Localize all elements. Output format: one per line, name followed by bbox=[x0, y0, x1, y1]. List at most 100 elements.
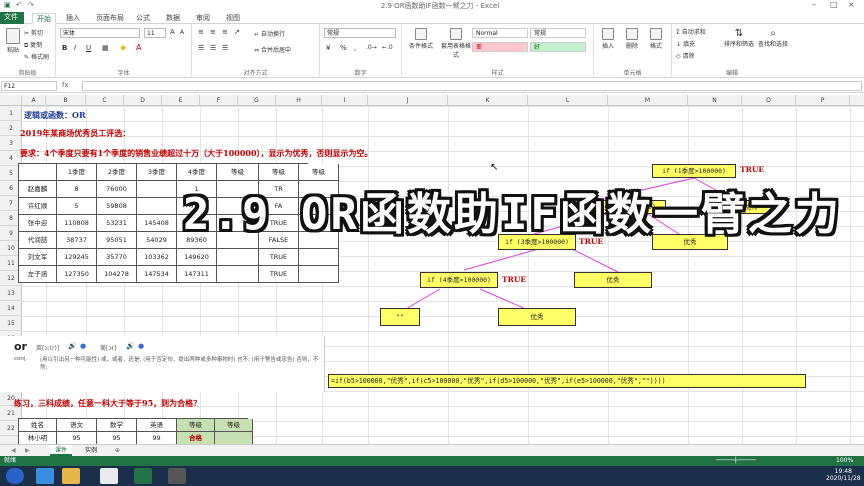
clock[interactable]: 19:48 2020/11/28 bbox=[826, 468, 861, 482]
mic-icon-us[interactable]: ● bbox=[138, 342, 144, 350]
find-select-button[interactable]: ⌕ 查找和选择 bbox=[758, 28, 788, 48]
delete-cells-button[interactable]: 删除 bbox=[622, 28, 642, 50]
speaker-icon-us[interactable]: 🔊 bbox=[126, 342, 135, 350]
sort-filter-button[interactable]: ⇅ 排序和筛选 bbox=[724, 28, 754, 48]
align-left-icon[interactable]: ☰ bbox=[198, 44, 204, 52]
style-normal[interactable]: Normal bbox=[472, 28, 528, 38]
style-general[interactable]: 常规 bbox=[530, 28, 586, 38]
column-header-h[interactable]: H bbox=[276, 95, 322, 106]
underline-button[interactable]: U bbox=[86, 44, 91, 52]
fill-color-icon[interactable]: ◈ bbox=[120, 43, 126, 52]
border-icon[interactable]: ▦ bbox=[102, 44, 109, 52]
tab-review[interactable]: 审阅 bbox=[192, 13, 214, 24]
align-right-icon[interactable]: ☰ bbox=[222, 44, 228, 52]
start-icon[interactable] bbox=[6, 468, 24, 484]
autosum-button[interactable]: Σ 自动求和 bbox=[676, 27, 706, 36]
sheet-tab-courseware[interactable]: 课件 bbox=[50, 445, 73, 456]
minimize-icon[interactable]: – bbox=[812, 0, 816, 9]
align-center-icon[interactable]: ☰ bbox=[210, 44, 216, 52]
copy-button[interactable]: ⧉ 复制 bbox=[24, 40, 42, 50]
font-color-icon[interactable]: A bbox=[136, 43, 141, 52]
increase-decimal-icon[interactable]: .0→ bbox=[366, 44, 377, 51]
exercise-header-cell[interactable]: 等级 bbox=[215, 419, 253, 432]
tab-page-layout[interactable]: 页面布局 bbox=[92, 13, 128, 24]
column-header-m[interactable]: M bbox=[608, 95, 688, 106]
row-header-13[interactable]: 13 bbox=[0, 286, 22, 301]
conditional-format-button[interactable]: 条件格式 bbox=[406, 28, 436, 50]
font-name-select[interactable]: 宋体 bbox=[60, 28, 140, 38]
add-sheet-icon[interactable]: ⊕ bbox=[110, 445, 125, 456]
maximize-icon[interactable]: □ bbox=[830, 0, 838, 9]
speaker-icon-uk[interactable]: 🔊 bbox=[68, 342, 77, 350]
currency-icon[interactable]: ¥ bbox=[326, 44, 330, 52]
column-header-b[interactable]: B bbox=[46, 95, 86, 106]
tab-file[interactable]: 文件 bbox=[0, 12, 24, 24]
number-format-select[interactable]: 常规 bbox=[324, 28, 396, 38]
format-as-table-button[interactable]: 套用表格格式 bbox=[440, 28, 472, 59]
cut-button[interactable]: ✂ 剪切 bbox=[24, 28, 43, 37]
column-header-c[interactable]: C bbox=[86, 95, 124, 106]
merge-center-button[interactable]: ⇔ 合并后居中 bbox=[254, 45, 291, 54]
close-icon[interactable]: × bbox=[848, 0, 855, 9]
align-top-icon[interactable]: ≡ bbox=[198, 28, 204, 36]
row-header-2[interactable]: 2 bbox=[0, 121, 22, 136]
mic-icon-uk[interactable]: ● bbox=[80, 342, 86, 350]
font-size-select[interactable]: 11 bbox=[144, 28, 166, 38]
zoom-slider[interactable]: ─────┼───── bbox=[716, 456, 756, 466]
row-header-1[interactable]: 1 bbox=[0, 106, 22, 121]
column-header-n[interactable]: N bbox=[688, 95, 742, 106]
column-header-e[interactable]: E bbox=[162, 95, 200, 106]
tab-insert[interactable]: 插入 bbox=[62, 13, 84, 24]
select-all-corner[interactable] bbox=[0, 95, 22, 106]
tab-view[interactable]: 视图 bbox=[222, 13, 244, 24]
align-middle-icon[interactable]: ≡ bbox=[210, 28, 216, 36]
percent-button[interactable]: % bbox=[340, 44, 347, 52]
column-header-p[interactable]: P bbox=[796, 95, 850, 106]
sheet-tab-example[interactable]: 实例 bbox=[80, 445, 102, 456]
exercise-header-cell[interactable]: 姓名 bbox=[19, 419, 57, 432]
paste-button[interactable]: 粘贴 bbox=[4, 28, 22, 54]
folder-icon[interactable] bbox=[62, 468, 80, 484]
grow-font-icon[interactable]: A bbox=[170, 28, 175, 36]
fx-icon[interactable]: fx bbox=[62, 81, 69, 89]
tab-formulas[interactable]: 公式 bbox=[132, 13, 154, 24]
undo-icon[interactable]: ↶ bbox=[16, 1, 22, 9]
name-box[interactable]: F12 bbox=[1, 81, 57, 91]
exercise-header-cell[interactable]: 数学 bbox=[97, 419, 137, 432]
bold-button[interactable]: B bbox=[62, 44, 67, 52]
exercise-header-cell[interactable]: 英语 bbox=[137, 419, 177, 432]
next-sheet-icon[interactable]: ▶ bbox=[20, 445, 35, 456]
worksheet-grid[interactable]: 逻辑或函数：OR 2019年某商场优秀员工评选： 要求：4个季度只要有1个季度的… bbox=[14, 106, 864, 445]
format-cells-button[interactable]: 格式 bbox=[646, 28, 666, 50]
orientation-icon[interactable]: ↗ bbox=[234, 28, 240, 36]
row-header-14[interactable]: 14 bbox=[0, 301, 22, 316]
ie-icon[interactable] bbox=[36, 468, 54, 484]
exercise-header-cell[interactable]: 等级 bbox=[177, 419, 215, 432]
decrease-decimal-icon[interactable]: ←.0 bbox=[382, 44, 393, 51]
column-header-d[interactable]: D bbox=[124, 95, 162, 106]
format-painter-button[interactable]: ✎ 格式刷 bbox=[24, 52, 49, 61]
column-header-g[interactable]: G bbox=[238, 95, 276, 106]
comma-button[interactable]: , bbox=[354, 44, 356, 52]
row-header-3[interactable]: 3 bbox=[0, 136, 22, 151]
excel-icon[interactable] bbox=[134, 468, 152, 484]
column-header-f[interactable]: F bbox=[200, 95, 238, 106]
prev-sheet-icon[interactable]: ◀ bbox=[6, 445, 21, 456]
tab-data[interactable]: 数据 bbox=[162, 13, 184, 24]
column-header-o[interactable]: O bbox=[742, 95, 796, 106]
tab-home[interactable]: 开始 bbox=[32, 13, 56, 24]
column-header-k[interactable]: K bbox=[448, 95, 528, 106]
column-header-j[interactable]: J bbox=[368, 95, 448, 106]
column-header-a[interactable]: A bbox=[22, 95, 46, 106]
column-header-i[interactable]: I bbox=[322, 95, 368, 106]
redo-icon[interactable]: ↷ bbox=[28, 1, 34, 9]
style-bad[interactable]: 差 bbox=[472, 42, 528, 52]
formula-input[interactable] bbox=[82, 81, 862, 91]
clear-button[interactable]: ◇ 清除 bbox=[676, 51, 695, 60]
app-icon-1[interactable] bbox=[100, 468, 118, 484]
app-icon-2[interactable] bbox=[168, 468, 186, 484]
italic-button[interactable]: I bbox=[74, 44, 76, 52]
align-bottom-icon[interactable]: ≡ bbox=[222, 28, 228, 36]
row-header-15[interactable]: 15 bbox=[0, 316, 22, 331]
shrink-font-icon[interactable]: A bbox=[180, 29, 184, 36]
